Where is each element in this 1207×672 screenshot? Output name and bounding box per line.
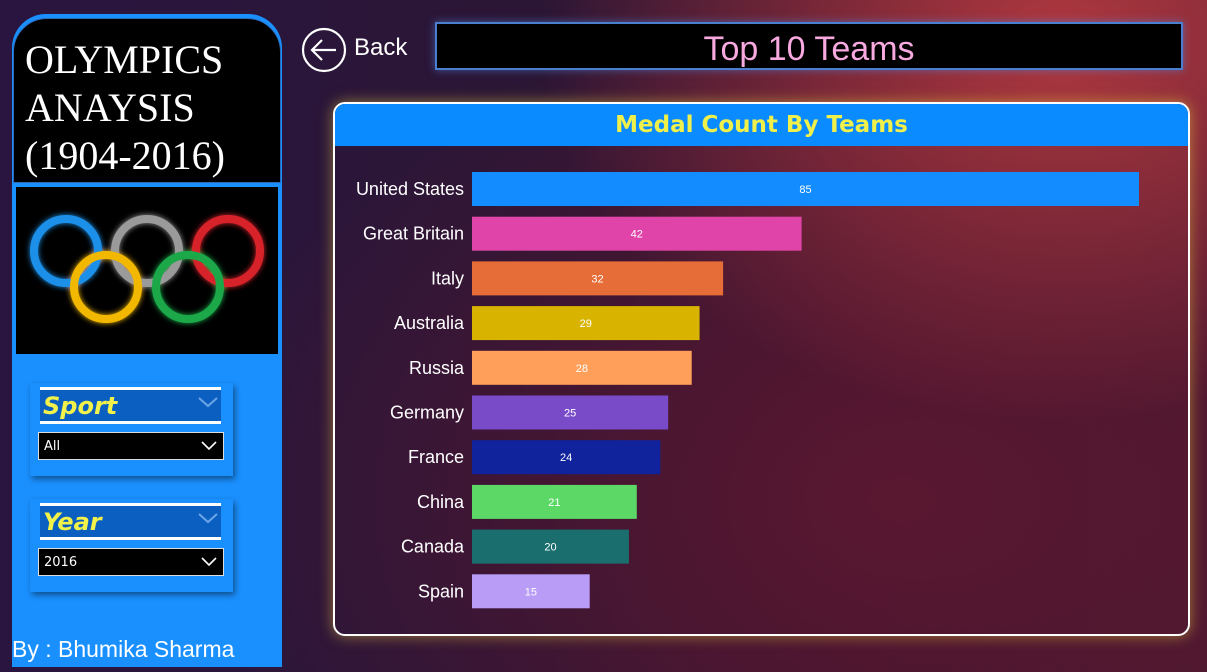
- category-label: Canada: [401, 537, 465, 557]
- data-label: 42: [631, 229, 643, 241]
- grey-ring-icon: [111, 215, 183, 287]
- page-title-box: Top 10 Teams: [435, 22, 1183, 70]
- data-label: 25: [564, 408, 576, 420]
- year-filter-label: Year: [43, 508, 102, 536]
- category-label: France: [408, 447, 464, 467]
- category-label: Italy: [431, 268, 464, 288]
- sport-filter-header[interactable]: Sport: [40, 387, 221, 424]
- back-button-label: Back: [354, 34, 408, 61]
- medal-bar-chart: United States 85 Great Britain 42 Italy 32 Aus…: [356, 172, 1139, 609]
- app-title-line-1: OLYMPICS: [25, 37, 224, 82]
- data-label: 21: [548, 497, 560, 509]
- sport-filter-label: Sport: [43, 392, 118, 420]
- category-label: Australia: [394, 313, 465, 333]
- data-label: 29: [580, 318, 592, 330]
- chevron-down-icon[interactable]: [197, 394, 219, 410]
- sport-dropdown-value: All: [44, 439, 61, 454]
- author-credit: By : Bhumika Sharma: [12, 636, 235, 662]
- year-filter-header[interactable]: Year: [40, 503, 221, 540]
- sport-dropdown[interactable]: All: [38, 432, 224, 460]
- category-label: Great Britain: [363, 224, 464, 244]
- chevron-down-icon: [201, 441, 217, 451]
- yellow-ring-icon: [70, 251, 142, 323]
- medal-chart-card: Medal Count By Teams United States 85 Grea…: [333, 102, 1190, 636]
- app-title-line-3: (1904-2016): [25, 133, 225, 178]
- category-label: United States: [356, 179, 464, 199]
- page-title: Top 10 Teams: [703, 30, 915, 68]
- year-dropdown[interactable]: 2016: [38, 548, 224, 576]
- chart-title: Medal Count By Teams: [615, 112, 908, 138]
- year-filter: Year 2016: [30, 499, 233, 592]
- category-label: Spain: [418, 581, 464, 601]
- chart-header: Medal Count By Teams: [335, 104, 1188, 146]
- back-button[interactable]: Back: [300, 26, 412, 74]
- sport-filter: Sport All: [30, 383, 233, 476]
- year-dropdown-value: 2016: [44, 555, 78, 570]
- category-label: Russia: [409, 358, 465, 378]
- blue-ring-icon: [30, 215, 102, 287]
- back-arrow-icon[interactable]: [300, 26, 348, 74]
- data-label: 20: [544, 542, 556, 554]
- data-label: 85: [799, 184, 811, 196]
- green-ring-icon: [152, 251, 224, 323]
- red-ring-icon: [192, 215, 264, 287]
- data-label: 28: [576, 363, 588, 375]
- chevron-down-icon: [201, 557, 217, 567]
- chevron-down-icon[interactable]: [197, 510, 219, 526]
- app-title-line-2: ANAYSIS: [25, 85, 195, 130]
- data-label: 15: [525, 586, 537, 598]
- app-title-box: OLYMPICS ANAYSIS (1904-2016): [13, 18, 281, 183]
- data-label: 24: [560, 452, 572, 464]
- category-label: Germany: [390, 403, 464, 423]
- olympic-rings-logo: [16, 187, 278, 354]
- category-label: China: [417, 492, 465, 512]
- data-label: 32: [591, 273, 603, 285]
